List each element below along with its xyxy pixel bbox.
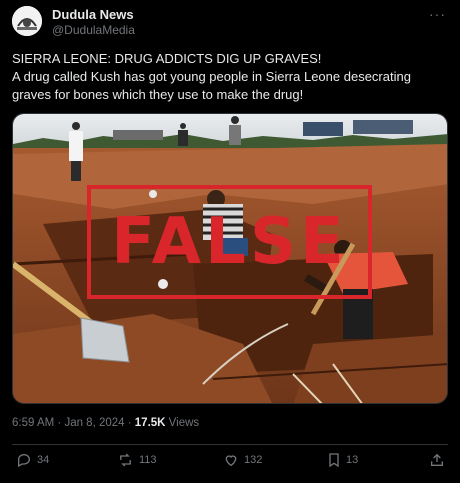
reply-count: 34 <box>37 454 50 466</box>
author-handle[interactable]: @DudulaMedia <box>52 23 135 37</box>
more-icon[interactable]: ··· <box>429 6 446 22</box>
repost-button[interactable]: 113 <box>117 452 157 468</box>
post-date[interactable]: Jan 8, 2024 <box>64 417 124 429</box>
author-name[interactable]: Dudula News <box>52 7 134 22</box>
like-icon <box>225 455 237 467</box>
share-icon <box>431 453 443 466</box>
false-stamp: FALSE <box>87 185 372 299</box>
divider <box>12 444 448 445</box>
post-image[interactable]: FALSE <box>12 113 448 404</box>
false-stamp-text: FALSE <box>111 205 348 279</box>
repost-icon <box>120 453 131 467</box>
avatar[interactable] <box>12 6 42 36</box>
post-body: A drug called Kush has got young people … <box>12 69 411 102</box>
bookmark-icon <box>329 453 339 468</box>
views-count: 17.5K <box>134 417 166 429</box>
post-text: SIERRA LEONE: DRUG ADDICTS DIG UP GRAVES… <box>12 50 448 104</box>
bookmark-button[interactable]: 13 <box>327 452 358 468</box>
share-button[interactable] <box>429 452 445 468</box>
reply-icon <box>18 453 31 468</box>
action-bar: 34 113 132 13 <box>0 452 460 476</box>
post-headline: SIERRA LEONE: DRUG ADDICTS DIG UP GRAVES… <box>12 51 322 66</box>
views-label: Views <box>168 417 200 429</box>
meta-separator: · <box>127 417 135 429</box>
reply-button[interactable]: 34 <box>16 452 49 468</box>
like-count: 132 <box>244 454 263 466</box>
post-time[interactable]: 6:59 AM <box>12 417 54 429</box>
bookmark-count: 13 <box>346 454 359 466</box>
repost-count: 113 <box>139 454 157 466</box>
post-meta: 6:59 AM · Jan 8, 2024 · 17.5K Views <box>12 417 199 429</box>
like-button[interactable]: 132 <box>223 452 262 468</box>
